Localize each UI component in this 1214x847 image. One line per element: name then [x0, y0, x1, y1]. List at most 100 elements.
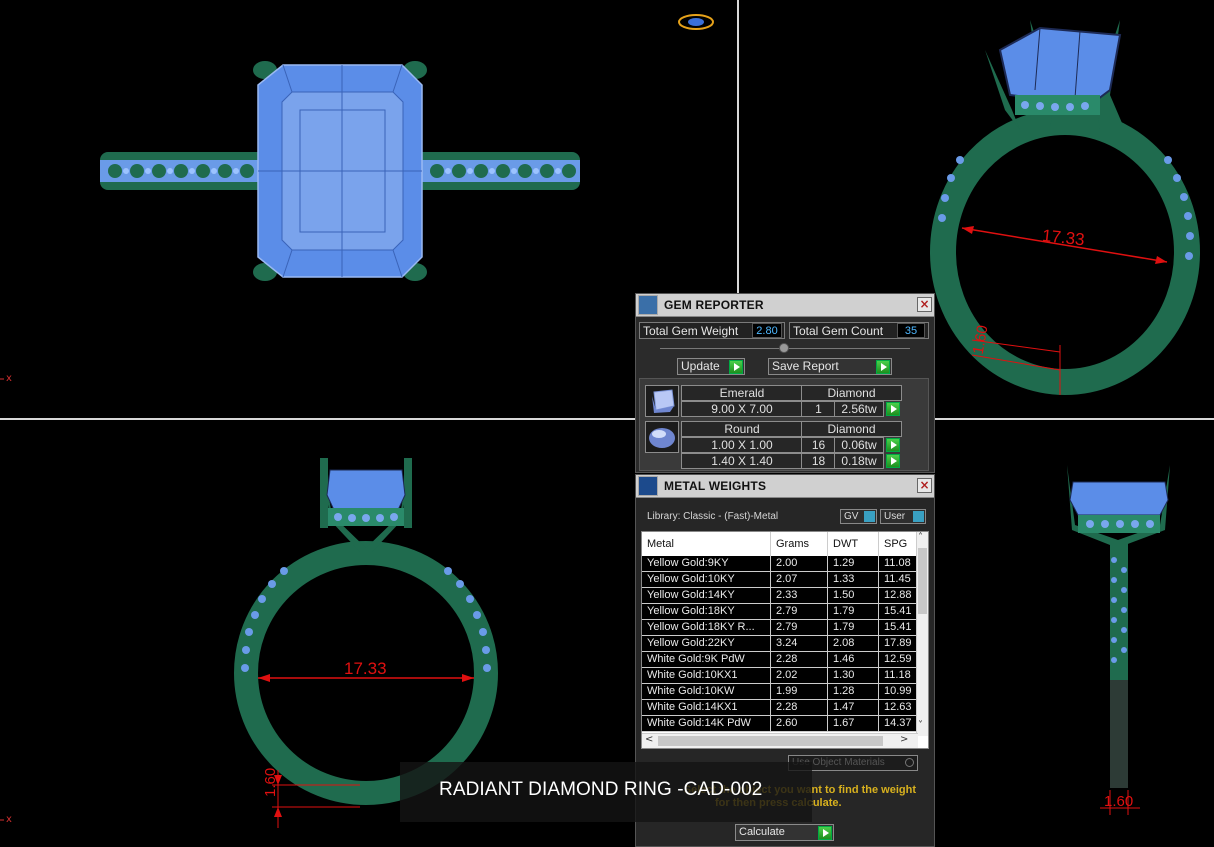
- dwt-cell: 1.50: [828, 588, 879, 604]
- metal-name-cell: Yellow Gold:9KY: [642, 556, 771, 572]
- gem-count: 16: [801, 437, 836, 453]
- table-header: Metal Grams DWT SPG: [642, 532, 924, 556]
- table-row[interactable]: White Gold:14KX1 2.28 1.47 12.63: [642, 700, 924, 716]
- scroll-left-icon[interactable]: <: [645, 734, 653, 745]
- round-gem-icon: [645, 421, 679, 453]
- table-row[interactable]: Yellow Gold:9KY 2.00 1.29 11.08: [642, 556, 924, 572]
- dwt-cell: 1.28: [828, 684, 879, 700]
- grams-cell: 2.07: [771, 572, 828, 588]
- dwt-cell: 1.46: [828, 652, 879, 668]
- gem-reporter-title: GEM REPORTER: [664, 298, 764, 312]
- gem-shape-header: Emerald: [681, 385, 803, 401]
- dwt-cell: 1.67: [828, 716, 879, 732]
- metal-name-cell: Yellow Gold:10KY: [642, 572, 771, 588]
- table-row[interactable]: Yellow Gold:14KY 2.33 1.50 12.88: [642, 588, 924, 604]
- dwt-cell: 1.79: [828, 620, 879, 636]
- select-gem-button[interactable]: [886, 438, 900, 452]
- close-icon[interactable]: ×: [917, 297, 932, 312]
- gem-size: 1.00 X 1.00: [681, 437, 803, 453]
- axis-label-bottom: x: [6, 814, 12, 825]
- play-icon: [818, 826, 832, 840]
- gem-material-header: Diamond: [801, 385, 902, 401]
- navigation-gizmo[interactable]: [678, 14, 714, 30]
- dwt-cell: 1.79: [828, 604, 879, 620]
- side-view-ring: [1067, 465, 1170, 788]
- viewport-canvas[interactable]: 17.33 1.60 17.33 1.60 1.60: [0, 0, 1214, 847]
- metal-name-cell: Yellow Gold:18KY R...: [642, 620, 771, 636]
- metal-name-cell: White Gold:14KX1: [642, 700, 771, 716]
- metal-name-cell: White Gold:10KW: [642, 684, 771, 700]
- gem-size: 9.00 X 7.00: [681, 401, 803, 417]
- scroll-down-icon[interactable]: ˅: [918, 720, 923, 731]
- table-row[interactable]: Yellow Gold:22KY 3.24 2.08 17.89: [642, 636, 924, 652]
- caption-title: RADIANT DIAMOND RING -CAD-002: [439, 779, 763, 800]
- splitter-handle-icon[interactable]: [779, 343, 789, 353]
- horizontal-scrollbar[interactable]: < >: [642, 733, 918, 748]
- update-button[interactable]: Update: [677, 358, 745, 375]
- scroll-right-icon[interactable]: >: [900, 734, 908, 745]
- column-header-metal[interactable]: Metal: [642, 532, 771, 556]
- total-gem-count-label: Total Gem Count: [793, 324, 884, 338]
- dim-label-bottom-left-thickness: 1.60: [262, 768, 279, 797]
- grams-cell: 2.79: [771, 604, 828, 620]
- scroll-up-icon[interactable]: ˄: [918, 532, 923, 543]
- column-header-grams[interactable]: Grams: [771, 532, 828, 556]
- table-row[interactable]: White Gold:14K PdW 2.60 1.67 14.37: [642, 716, 924, 732]
- dim-label-bottom-right-width: 1.60: [1104, 793, 1133, 810]
- gem-count: 18: [801, 453, 836, 469]
- update-button-label: Update: [681, 359, 720, 373]
- play-icon: [729, 360, 743, 374]
- gem-weight: 0.06tw: [834, 437, 884, 453]
- user-toggle[interactable]: User: [880, 509, 926, 524]
- total-gem-weight-value: 2.80: [752, 323, 782, 338]
- dwt-cell: 1.30: [828, 668, 879, 684]
- table-row[interactable]: White Gold:10KX1 2.02 1.30 11.18: [642, 668, 924, 684]
- horizontal-scroll-thumb[interactable]: [658, 736, 883, 746]
- grams-cell: 2.28: [771, 652, 828, 668]
- gem-reporter-titlebar[interactable]: GEM REPORTER ×: [636, 294, 934, 317]
- metal-weights-title: METAL WEIGHTS: [664, 479, 767, 493]
- metal-name-cell: White Gold:9K PdW: [642, 652, 771, 668]
- gem-size: 1.40 X 1.40: [681, 453, 803, 469]
- metal-name-cell: Yellow Gold:22KY: [642, 636, 771, 652]
- metal-name-cell: White Gold:14K PdW: [642, 716, 771, 732]
- grams-cell: 2.00: [771, 556, 828, 572]
- table-row[interactable]: White Gold:9K PdW 2.28 1.46 12.59: [642, 652, 924, 668]
- total-gem-weight-label: Total Gem Weight: [643, 324, 739, 338]
- gv-toggle-label: GV: [844, 511, 859, 522]
- grams-cell: 2.33: [771, 588, 828, 604]
- gem-weight: 0.18tw: [834, 453, 884, 469]
- gem-count: 1: [801, 401, 836, 417]
- table-row[interactable]: Yellow Gold:18KY R... 2.79 1.79 15.41: [642, 620, 924, 636]
- metal-weights-titlebar[interactable]: METAL WEIGHTS ×: [636, 475, 934, 498]
- front-view-ring: [234, 458, 498, 805]
- library-label: Library: Classic - (Fast)-Metal: [647, 511, 779, 522]
- vertical-scroll-thumb[interactable]: [918, 548, 927, 614]
- dwt-cell: 1.47: [828, 700, 879, 716]
- vertical-scrollbar[interactable]: ˄ ˅: [916, 532, 928, 736]
- table-row[interactable]: Yellow Gold:10KY 2.07 1.33 11.45: [642, 572, 924, 588]
- metal-name-cell: Yellow Gold:18KY: [642, 604, 771, 620]
- close-icon[interactable]: ×: [917, 478, 932, 493]
- dwt-cell: 1.33: [828, 572, 879, 588]
- table-row[interactable]: White Gold:10KW 1.99 1.28 10.99: [642, 684, 924, 700]
- top-view-ring: [100, 61, 580, 281]
- toggle-indicator-icon: [913, 511, 924, 522]
- table-row[interactable]: Yellow Gold:18KY 2.79 1.79 15.41: [642, 604, 924, 620]
- total-gem-count-value: 35: [897, 323, 925, 338]
- calculate-button[interactable]: Calculate: [735, 824, 834, 841]
- column-header-dwt[interactable]: DWT: [828, 532, 879, 556]
- axis-label-top: x: [6, 373, 12, 384]
- dim-label-bottom-left-diameter: 17.33: [344, 659, 387, 678]
- grams-cell: 2.60: [771, 716, 828, 732]
- gem-material-header: Diamond: [801, 421, 902, 437]
- metal-weights-table[interactable]: Metal Grams DWT SPG Yellow Gold:9KY 2.00 1…: [641, 531, 929, 749]
- select-gem-button[interactable]: [886, 454, 900, 468]
- flask-icon: [638, 476, 658, 496]
- calculate-button-label: Calculate: [739, 826, 785, 838]
- gv-toggle[interactable]: GV: [840, 509, 877, 524]
- select-gem-button[interactable]: [886, 402, 900, 416]
- dim-label-top-right-diameter: 17.33: [1041, 226, 1085, 249]
- save-report-button[interactable]: Save Report: [768, 358, 892, 375]
- grams-cell: 3.24: [771, 636, 828, 652]
